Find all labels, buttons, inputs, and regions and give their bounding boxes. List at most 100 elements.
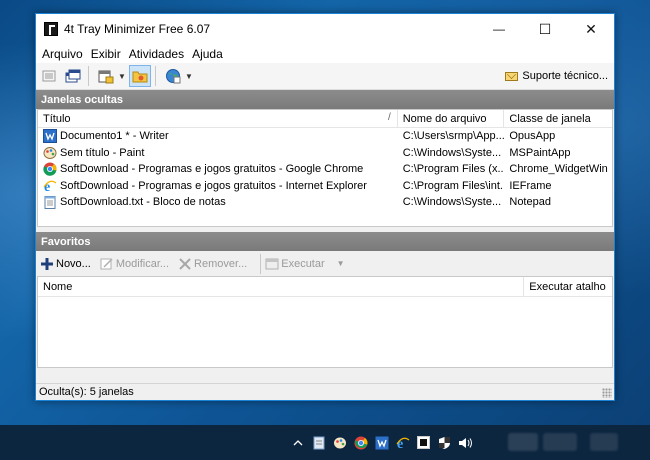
toolbar-separator [155, 66, 156, 86]
list-item[interactable]: SoftDownload.txt - Bloco de notas C:\Win… [38, 194, 612, 211]
notification-blurred-area [590, 433, 618, 451]
status-text: Oculta(s): 5 janelas [39, 386, 134, 398]
row-file: C:\Program Files (x... [402, 163, 505, 176]
favorites-toolbar: Novo... Modificar... Remover... Executar… [36, 251, 614, 276]
row-title: Sem título - Paint [60, 146, 145, 159]
ie-icon: e [43, 179, 57, 193]
toolbar-separator [260, 253, 262, 274]
favorites-list-header: Nome Executar atalho [38, 277, 612, 297]
new-favorite-button[interactable]: Novo... [40, 257, 91, 271]
list-item[interactable]: Documento1 * - Writer C:\Users\srmp\App.… [38, 128, 612, 145]
chevron-down-icon[interactable]: ▼ [117, 65, 127, 87]
maximize-icon: ☐ [538, 20, 552, 37]
hidden-windows-title: Janelas ocultas [41, 93, 123, 106]
favorites-toggle-button[interactable] [129, 65, 151, 87]
remove-favorite-button[interactable]: Remover... [178, 257, 247, 271]
maximize-button[interactable]: ☐ [522, 14, 568, 44]
list-item[interactable]: Sem título - Paint C:\Windows\Syste... M… [38, 145, 612, 162]
row-file: C:\Users\srmp\App... [402, 130, 505, 143]
modify-favorite-label: Modificar... [115, 257, 170, 270]
execute-favorite-button[interactable]: Executar ▼ [265, 257, 345, 271]
notepad-icon [313, 436, 324, 449]
menu-atividades[interactable]: Atividades [125, 47, 188, 61]
tray-security[interactable] [434, 425, 455, 460]
row-file: C:\Windows\Syste... [402, 146, 502, 159]
tray-paint[interactable] [329, 425, 350, 460]
row-class: Chrome_WidgetWin [509, 163, 608, 176]
tray-ie[interactable]: e [392, 425, 413, 460]
taskbar: e [0, 425, 650, 460]
column-name[interactable]: Nome [38, 277, 525, 297]
details-view-icon [42, 70, 56, 82]
row-title: SoftDownload - Programas e jogos gratuit… [60, 179, 367, 192]
row-title: SoftDownload - Programas e jogos gratuit… [60, 163, 364, 176]
tray-volume[interactable] [455, 425, 476, 460]
row-file: C:\Program Files\int... [402, 179, 505, 192]
resize-grip-icon[interactable] [602, 388, 612, 398]
column-filename[interactable]: Nome do arquivo [398, 110, 505, 128]
list-item[interactable]: SoftDownload - Programas e jogos gratuit… [38, 161, 612, 178]
column-run-shortcut[interactable]: Executar atalho [524, 277, 612, 297]
hidden-windows-header: Janelas ocultas [36, 90, 614, 109]
minimize-to-tray-button[interactable] [95, 65, 117, 87]
favorites-header: Favoritos [36, 232, 614, 251]
tray-writer[interactable] [371, 425, 392, 460]
main-toolbar: ▼ ▼ Suporte técnico... [36, 63, 614, 90]
chevron-up-icon [293, 440, 302, 446]
app-icon[interactable] [44, 22, 58, 36]
paint-icon [333, 437, 346, 448]
shield-icon [439, 436, 450, 449]
favorites-list[interactable]: Nome Executar atalho [37, 276, 613, 368]
menu-arquivo[interactable]: Arquivo [38, 47, 87, 61]
execute-favorite-label: Executar [281, 257, 325, 270]
plus-icon [40, 257, 54, 271]
column-title[interactable]: Título / [38, 110, 398, 128]
column-class-label: Classe de janela [509, 113, 591, 125]
window-controls: — ☐ ✕ [476, 14, 614, 44]
system-tray: e [287, 425, 476, 460]
restore-window-icon [65, 69, 81, 82]
row-class: MSPaintApp [509, 146, 571, 159]
minimize-icon: — [493, 22, 505, 36]
tray-notepad[interactable] [308, 425, 329, 460]
menu-exibir[interactable]: Exibir [87, 47, 125, 61]
web-button[interactable] [162, 65, 184, 87]
window-title: 4t Tray Minimizer Free 6.07 [64, 22, 211, 36]
details-view-button[interactable] [38, 65, 60, 87]
edit-icon [100, 257, 114, 271]
restore-window-button[interactable] [62, 65, 84, 87]
column-title-label: Título [43, 113, 71, 125]
show-hidden-icons-button[interactable] [287, 425, 308, 460]
column-name-label: Nome [43, 281, 73, 293]
support-label: Suporte técnico... [522, 70, 608, 82]
minimize-button[interactable]: — [476, 14, 522, 44]
list-header: Título / Nome do arquivo Classe de janel… [38, 110, 612, 128]
close-button[interactable]: ✕ [568, 14, 614, 44]
row-class: IEFrame [509, 179, 552, 192]
list-item[interactable]: e SoftDownload - Programas e jogos gratu… [38, 178, 612, 195]
tray-window-icon [98, 70, 114, 83]
hidden-windows-list[interactable]: Título / Nome do arquivo Classe de janel… [37, 109, 613, 227]
tray-chrome[interactable] [350, 425, 371, 460]
title-bar[interactable]: 4t Tray Minimizer Free 6.07 — ☐ ✕ [36, 14, 614, 44]
new-favorite-label: Novo... [56, 257, 91, 270]
notepad-icon [43, 195, 57, 210]
writer-icon [375, 436, 388, 449]
row-class: OpusApp [509, 130, 556, 143]
favorites-title: Favoritos [41, 235, 91, 248]
column-run-shortcut-label: Executar atalho [529, 281, 606, 293]
execute-icon [265, 257, 279, 271]
chevron-down-icon[interactable]: ▼ [337, 259, 345, 268]
chrome-icon [43, 162, 57, 177]
row-title: SoftDownload.txt - Bloco de notas [60, 196, 226, 209]
folder-star-icon [132, 71, 148, 83]
remove-favorite-label: Remover... [194, 257, 248, 270]
tray-tray-minimizer[interactable] [413, 425, 434, 460]
column-class[interactable]: Classe de janela [504, 110, 612, 128]
modify-favorite-button[interactable]: Modificar... [100, 257, 169, 271]
menu-ajuda[interactable]: Ajuda [188, 47, 227, 61]
chevron-down-icon[interactable]: ▼ [184, 65, 194, 87]
sort-indicator: / [387, 112, 391, 123]
support-button[interactable]: Suporte técnico... [505, 67, 608, 85]
column-filename-label: Nome do arquivo [402, 113, 487, 125]
